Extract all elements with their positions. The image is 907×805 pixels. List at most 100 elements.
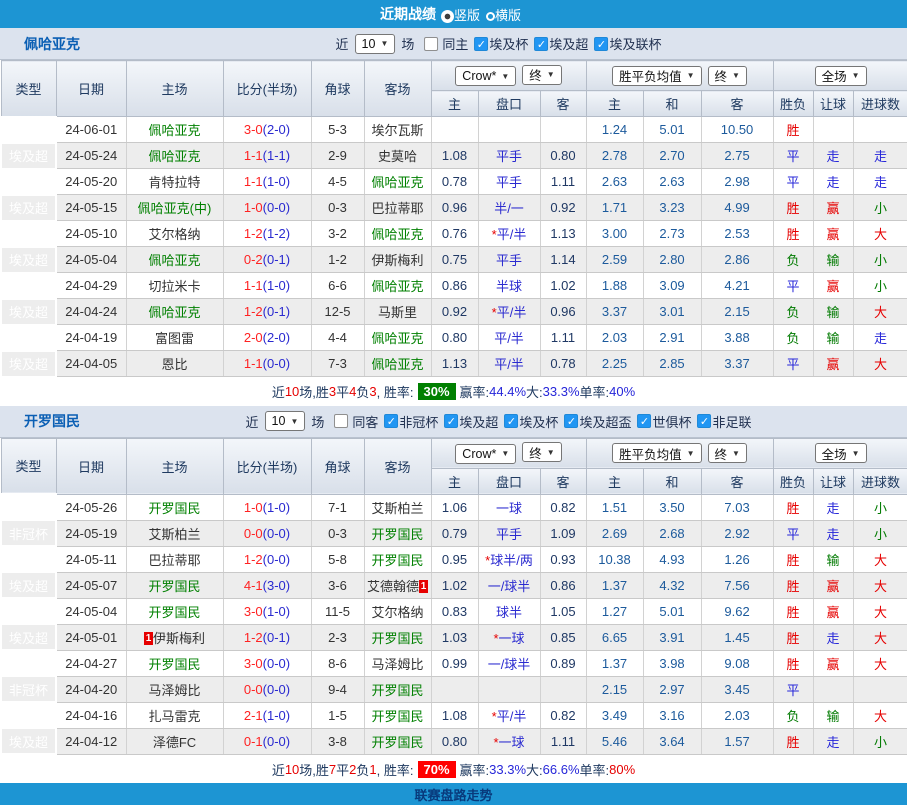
filter-option: ✓埃及超: [534, 34, 588, 53]
checkbox-checked-icon[interactable]: ✓: [384, 414, 398, 428]
match-row: 埃及超24-05-11巴拉蒂耶1-2(0-0)5-8开罗国民0.95*球半/两0…: [1, 546, 907, 572]
col-corner: 角球: [311, 61, 364, 117]
scope-select[interactable]: 全场▼: [815, 66, 867, 86]
match-row: 非冠杯24-04-20马泽姆比0-0(0-0)9-4开罗国民2.152.973.…: [1, 676, 907, 702]
scope-select[interactable]: 全场▼: [815, 443, 867, 463]
avg-away-cell: 2.86: [701, 247, 773, 273]
subcol-0: 主: [431, 468, 478, 494]
checkbox-label: 埃及超: [459, 412, 498, 431]
match-count-select[interactable]: 10▼: [265, 411, 306, 431]
home-team-name: 巴拉蒂耶: [148, 553, 200, 568]
away-team-name: 佩哈亚克: [371, 357, 423, 372]
away-team-name: 开罗国民: [371, 735, 423, 750]
match-count-select[interactable]: 10▼: [355, 34, 396, 54]
handicap-cell: 半/一: [478, 195, 540, 221]
checkbox-checked-icon[interactable]: ✓: [637, 414, 651, 428]
avg-away-cell: 7.56: [701, 572, 773, 598]
avg-odds-select[interactable]: 胜平负均值▼: [612, 443, 701, 463]
corners-cell: 4-4: [311, 325, 364, 351]
away-cell: 埃尔瓦斯: [364, 117, 431, 143]
checkbox-checked-icon[interactable]: ✓: [474, 37, 488, 51]
date-cell: 24-04-20: [56, 676, 126, 702]
layout-radio-group: 竖版横版: [441, 5, 527, 24]
checkbox-checked-icon[interactable]: ✓: [534, 37, 548, 51]
team-name: 开罗国民: [24, 411, 80, 431]
half-score: (3-0): [263, 578, 290, 593]
odds-stage-select[interactable]: 终▼: [522, 442, 561, 462]
corners-cell: 9-4: [311, 676, 364, 702]
subcol-6: 胜负: [773, 91, 813, 117]
handicap-cell: 平手: [478, 520, 540, 546]
home-team-name: 开罗国民: [148, 579, 200, 594]
result-cell: 胜: [773, 546, 813, 572]
checkbox-label: 世俱杯: [652, 412, 691, 431]
home-team-name: 开罗国民: [148, 501, 200, 516]
away-team-name: 佩哈亚克: [371, 175, 423, 190]
avg-odds-select[interactable]: 胜平负均值▼: [612, 66, 701, 86]
home-cell: 扎马雷克: [126, 702, 223, 728]
away-cell: 史莫哈: [364, 143, 431, 169]
home-cell: 佩哈亚克(中): [126, 195, 223, 221]
full-score: 1-1: [244, 148, 263, 163]
handicap-cell: 平/半: [478, 351, 540, 377]
handicap-result-cell: 走: [813, 624, 853, 650]
handicap-result-text: 赢: [827, 605, 840, 620]
handicap-result-text: 走: [827, 149, 840, 164]
handicap-cell: 一/球半: [478, 572, 540, 598]
checkbox-checked-icon[interactable]: ✓: [504, 414, 518, 428]
home-team-name: 佩哈亚克: [148, 305, 200, 320]
odds-provider-select[interactable]: Crow*▼: [455, 444, 516, 464]
radio-selected[interactable]: [441, 10, 454, 23]
checkbox-checked-icon[interactable]: ✓: [564, 414, 578, 428]
checkbox-label: 同主: [442, 34, 468, 53]
handicap-cell: 平/半: [478, 325, 540, 351]
away-cell: 佩哈亚克: [364, 273, 431, 299]
avg-home-cell: 2.78: [586, 143, 643, 169]
checkbox-label: 埃及超盃: [579, 412, 631, 431]
checkbox-checked-icon[interactable]: ✓: [594, 37, 608, 51]
stats-footer: 近10场,胜7平2负1, 胜率:70%赢率:33.3% 大:66.6% 单率:8…: [0, 755, 907, 783]
home-team-name: 开罗国民: [148, 605, 200, 620]
corners-cell: 5-3: [311, 117, 364, 143]
home-odds-cell: 0.86: [431, 273, 478, 299]
handicap-text: 平/半: [497, 709, 527, 724]
avg-stage-select[interactable]: 终▼: [708, 443, 747, 463]
match-row: 非冠杯24-05-26开罗国民1-0(1-0)7-1艾斯柏兰1.06一球0.82…: [1, 494, 907, 520]
odds-provider-select[interactable]: Crow*▼: [455, 66, 516, 86]
checkbox-checked-icon[interactable]: ✓: [444, 414, 458, 428]
footer-text: 平: [336, 382, 349, 401]
full-score: 1-1: [244, 356, 263, 371]
away-odds-cell: 0.93: [540, 546, 586, 572]
odds-stage-select[interactable]: 终▼: [522, 65, 561, 85]
away-team-name: 马泽姆比: [371, 657, 423, 672]
handicap-result-cell: 输: [813, 299, 853, 325]
checkbox-checked-icon[interactable]: ✓: [697, 414, 711, 428]
matches-table: 类型 日期 主场 比分(半场) 角球 客场 Crow*▼终▼ 胜平负均值▼终▼ …: [0, 438, 907, 756]
home-odds-cell: 0.99: [431, 650, 478, 676]
bottom-bar-title[interactable]: 联赛盘路走势: [414, 785, 492, 804]
avg-away-cell: 2.92: [701, 520, 773, 546]
avg-home-cell: 1.88: [586, 273, 643, 299]
handicap-result-cell: [813, 676, 853, 702]
checkbox-unchecked[interactable]: [424, 37, 438, 51]
away-odds-cell: 0.85: [540, 624, 586, 650]
avg-draw-cell: 3.16: [643, 702, 701, 728]
home-odds-cell: 0.78: [431, 169, 478, 195]
handicap-text: 平手: [496, 175, 522, 190]
away-odds-cell: 1.11: [540, 325, 586, 351]
subcol-3: 主: [586, 468, 643, 494]
matches-table: 类型 日期 主场 比分(半场) 角球 客场 Crow*▼终▼ 胜平负均值▼终▼ …: [0, 60, 907, 378]
handicap-result-cell: 走: [813, 143, 853, 169]
footer-text: 单率:: [580, 760, 610, 779]
avg-home-cell: 2.25: [586, 351, 643, 377]
full-score: 2-0: [244, 330, 263, 345]
result-text: 胜: [787, 605, 800, 620]
chevron-down-icon: ▼: [501, 449, 509, 458]
avg-stage-select[interactable]: 终▼: [708, 66, 747, 86]
checkbox-unchecked[interactable]: [334, 414, 348, 428]
type-cell: 非冠杯: [1, 520, 56, 546]
subcol-4: 和: [643, 91, 701, 117]
radio-unselected[interactable]: [486, 12, 495, 21]
half-score: (0-1): [263, 630, 290, 645]
score-cell: 4-1(3-0): [223, 572, 311, 598]
